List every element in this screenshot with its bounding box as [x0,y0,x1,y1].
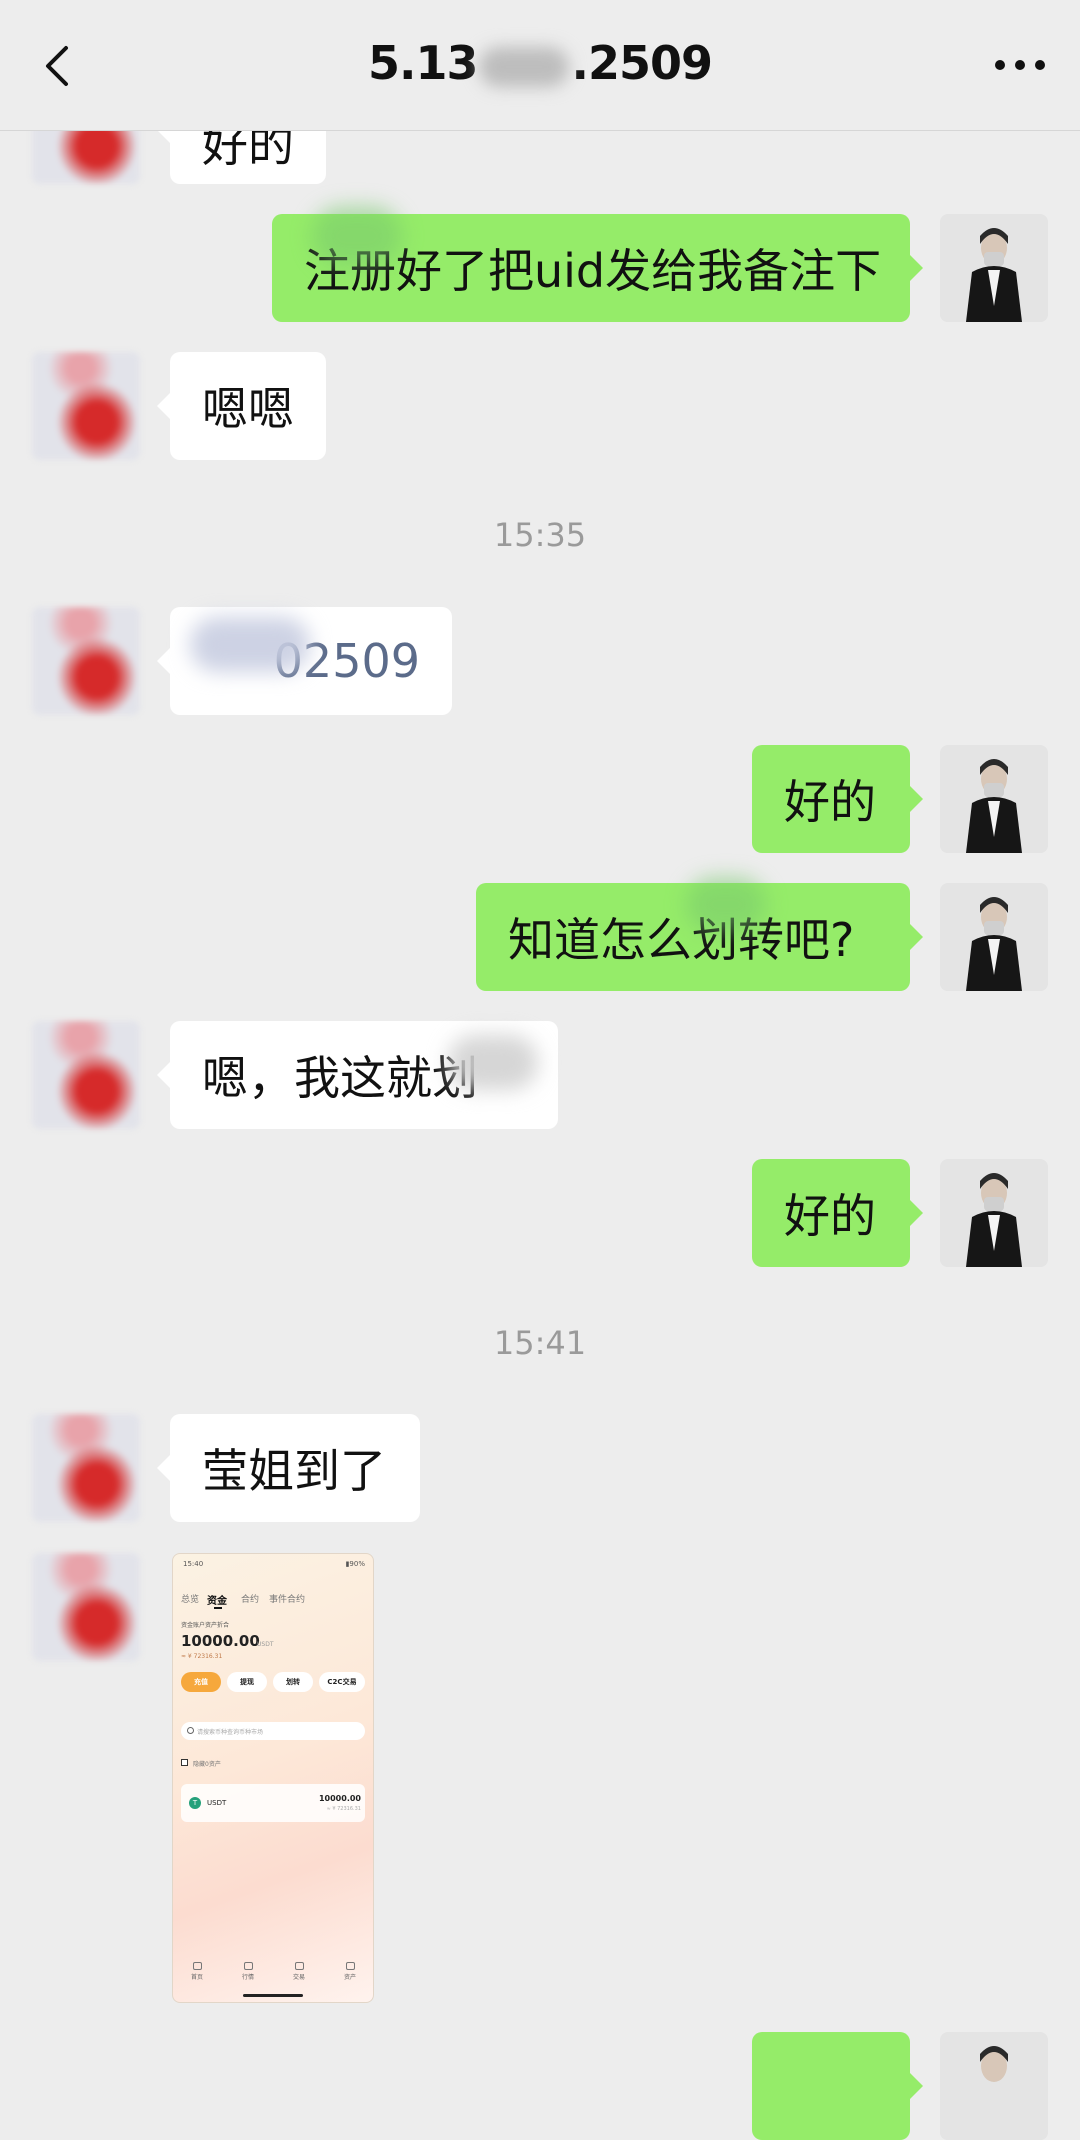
image-message[interactable]: 15:40 ▮90% 总览 资金 合约 事件合约 资金账户资产折合 10000.… [172,1553,374,2003]
contact-avatar[interactable] [32,352,140,460]
shot-coin-amount: 10000.00 [318,1794,361,1803]
message-bubble-sent[interactable]: 好的 [752,745,923,853]
shot-tab-indicator [214,1607,222,1609]
message-text: 嗯嗯 [202,382,294,436]
shot-nav-item: 首页 [191,1974,204,1981]
shot-nav-item: 资产 [344,1974,357,1981]
shot-account-label: 资金账户资产折合 [181,1622,230,1629]
chat-title-prefix: 5.13 [367,36,478,90]
message-text: 莹姐到了 [202,1444,386,1498]
redaction-blur [479,46,570,87]
chat-title-suffix: .2509 [571,36,713,90]
message-bubble-sent[interactable]: 注册好了把uid发给我备注下 [272,206,923,322]
timestamp: 15:35 [493,516,587,554]
shot-nav-item: 交易 [293,1974,306,1981]
message-bubble-received[interactable]: 嗯嗯 [157,352,326,460]
my-avatar[interactable] [940,214,1048,322]
uid-text[interactable]: 02509 [274,634,420,688]
shot-search: 请搜索币种查询币种市场 [181,1722,365,1740]
message-bubble-received[interactable]: 莹姐到了 [157,1414,420,1522]
my-avatar[interactable] [940,883,1048,991]
message-bubble-received[interactable]: 嗯，我这就划 [157,1021,558,1129]
contact-avatar[interactable] [32,1414,140,1522]
shot-action-button: C2C交易 [319,1672,365,1692]
chat-title: 5.13 .2509 [0,36,1080,90]
shot-battery: ▮90% [345,1560,365,1568]
message-text: 嗯，我这就划 [202,1051,478,1105]
home-icon [193,1962,202,1970]
contact-avatar[interactable] [32,1553,140,1661]
shot-approx: ≈ ¥ 72316.31 [181,1653,223,1660]
shot-balance: 10000.00 [181,1632,260,1650]
shot-action-button: 划转 [273,1672,313,1692]
shot-tab-active: 资金 [207,1596,227,1607]
message-bubble-sent[interactable]: 好的 [752,1159,923,1267]
shot-balance-unit: USDT [257,1641,274,1648]
contact-avatar[interactable] [32,607,140,715]
shot-action-button: 提现 [227,1672,267,1692]
my-avatar[interactable] [940,2032,1048,2140]
chat-header: 5.13 .2509 [0,0,1080,131]
my-avatar[interactable] [940,1159,1048,1267]
shot-tab: 总览 [181,1595,200,1605]
trade-icon [295,1962,304,1970]
market-icon [244,1962,253,1970]
message-bubble-sent[interactable] [752,2032,923,2140]
message-bubble-received[interactable]: 02509 [157,607,452,715]
shot-tab: 事件合约 [269,1595,306,1605]
shot-hide-zero: 隐藏0资产 [193,1761,221,1768]
assets-icon [346,1962,355,1970]
my-avatar[interactable] [940,745,1048,853]
shot-coin-sub: ≈ ¥ 72316.31 [326,1806,361,1812]
more-dots-icon[interactable] [990,50,1050,80]
checkbox-icon [181,1759,188,1766]
timestamp: 15:41 [493,1324,587,1362]
shot-home-indicator [243,1994,303,1997]
shot-tab: 合约 [241,1595,260,1605]
shot-coin-name: USDT [207,1799,227,1807]
message-text: 注册好了把uid发给我备注下 [304,244,882,298]
message-text: 好的 [784,1189,876,1243]
shot-status-time: 15:40 [183,1560,204,1568]
message-bubble-sent[interactable]: 知道怎么划转吧? [476,877,923,991]
message-text: 知道怎么划转吧? [508,913,855,967]
shot-action-button: 充值 [181,1672,221,1692]
contact-avatar[interactable] [32,1021,140,1129]
search-icon [187,1727,194,1734]
shot-nav-item: 行情 [242,1974,255,1981]
message-text: 好的 [784,775,876,829]
tether-icon: T [189,1797,201,1809]
